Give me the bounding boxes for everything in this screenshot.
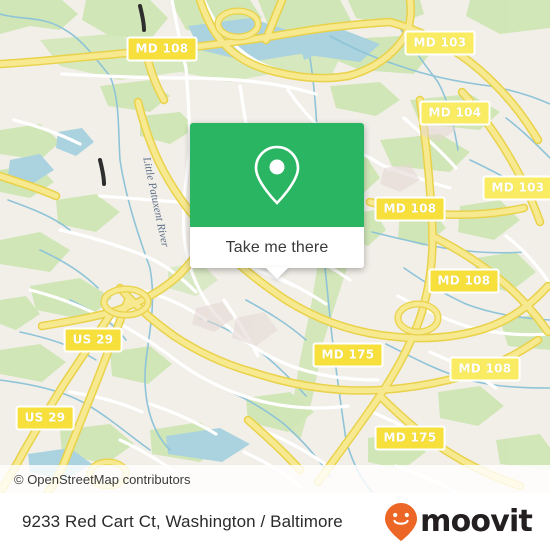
road-shield-md108-e[interactable]: MD 108 <box>428 268 500 294</box>
take-me-there-button[interactable]: Take me there <box>226 239 329 257</box>
road-shield-md175-s[interactable]: MD 175 <box>374 425 446 451</box>
popup-footer[interactable]: Take me there <box>190 227 364 279</box>
road-shield-us29-n[interactable]: US 29 <box>63 327 123 353</box>
moovit-logo[interactable]: moovit <box>384 502 533 542</box>
road-shield-us29-s[interactable]: US 29 <box>15 405 75 431</box>
road-shield-md104[interactable]: MD 104 <box>419 100 491 126</box>
moovit-location-map-page: Little Patuxent River MD 108 MD 103 MD 1… <box>0 0 550 550</box>
moovit-wordmark: moovit <box>420 503 533 539</box>
road-shield-md103-e[interactable]: MD 103 <box>482 175 550 201</box>
popup-header <box>190 123 364 227</box>
footer-bar: 9233 Red Cart Ct, Washington / Baltimore… <box>0 493 550 550</box>
map-attribution-bar: © OpenStreetMap contributors <box>0 465 550 493</box>
road-shield-md103-n[interactable]: MD 103 <box>404 30 476 56</box>
road-shield-md108-nw[interactable]: MD 108 <box>126 36 198 62</box>
location-popup-card[interactable]: Take me there <box>190 123 364 279</box>
osm-attribution-text[interactable]: © OpenStreetMap contributors <box>14 472 191 487</box>
moovit-pin-smiley-icon <box>385 502 418 541</box>
popup-tail-pointer <box>265 267 289 279</box>
map-canvas[interactable]: Little Patuxent River MD 108 MD 103 MD 1… <box>0 0 550 493</box>
address-title: 9233 Red Cart Ct, Washington / Baltimore <box>22 511 343 531</box>
map-pin-icon <box>254 145 300 205</box>
road-shield-md108-c[interactable]: MD 108 <box>374 196 446 222</box>
road-shield-md175-c[interactable]: MD 175 <box>312 342 384 368</box>
road-shield-md108-se[interactable]: MD 108 <box>449 356 521 382</box>
